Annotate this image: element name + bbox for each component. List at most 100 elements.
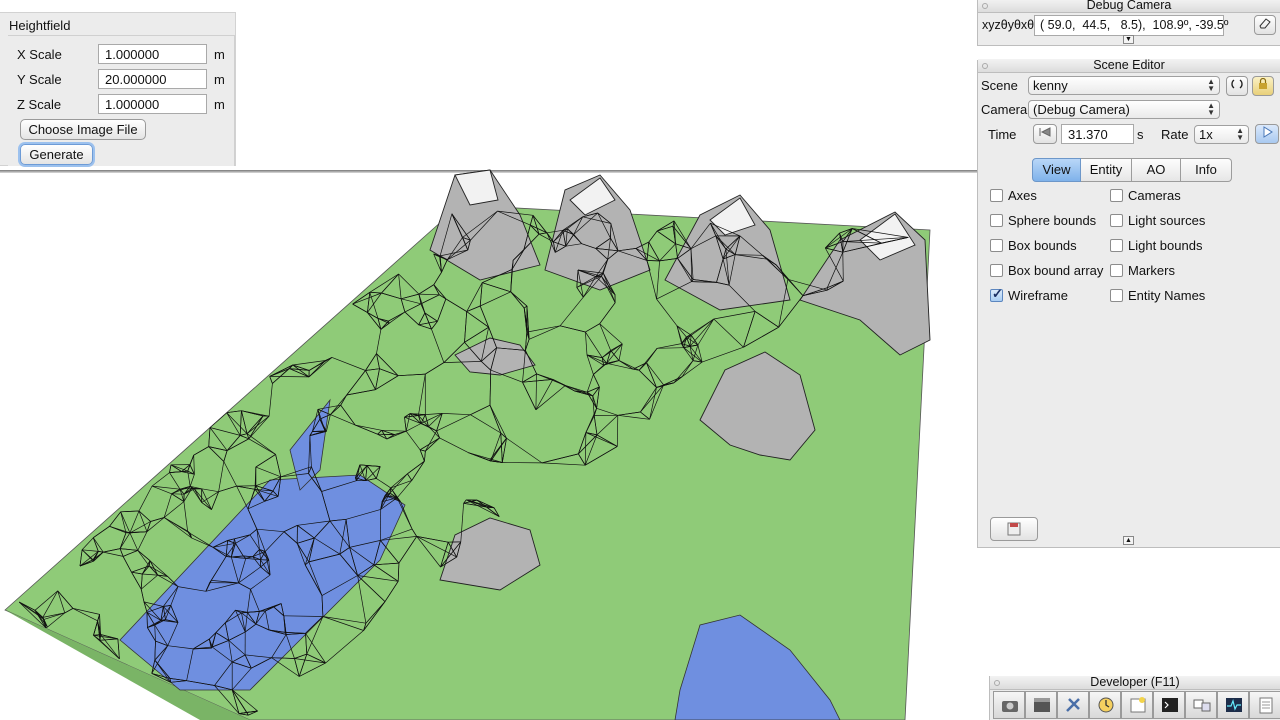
document-icon xyxy=(1259,697,1273,714)
new-window-icon xyxy=(1130,697,1146,713)
checkbox[interactable] xyxy=(990,189,1003,202)
stepper-arrows-icon: ▲ ▼ xyxy=(1236,126,1244,142)
terminal-icon xyxy=(1162,698,1178,712)
save-scene-button[interactable] xyxy=(990,517,1038,541)
wireframe-edge xyxy=(269,376,310,378)
stepper-arrows-icon: ▲ ▼ xyxy=(1207,77,1215,93)
rewind-button[interactable] xyxy=(1033,124,1057,144)
developer-title: Developer (F11) xyxy=(990,676,1280,690)
play-icon xyxy=(1263,126,1273,138)
checkbox-checked[interactable]: ✓ xyxy=(990,286,1003,302)
entity-names-label: Entity Names xyxy=(1128,288,1206,303)
x-scale-label: X Scale xyxy=(17,47,62,62)
panel-close-icon[interactable] xyxy=(982,3,988,9)
debug-camera-panel: Debug Camera xyzθyθxθz ( 59.0, 44.5, 8.5… xyxy=(977,0,1280,46)
z-scale-unit: m xyxy=(214,97,225,112)
panel-close-icon[interactable] xyxy=(994,680,1000,686)
windows-tool-button[interactable] xyxy=(1185,691,1217,719)
clapperboard-icon xyxy=(1034,698,1050,712)
terminal-tool-button[interactable] xyxy=(1153,691,1185,719)
checkbox[interactable] xyxy=(1110,189,1123,202)
debug-camera-title: Debug Camera xyxy=(978,0,1280,13)
lock-button[interactable] xyxy=(1252,76,1274,96)
clapperboard-tool-button[interactable] xyxy=(1025,691,1057,719)
stepper-arrows-icon: ▲ ▼ xyxy=(1207,101,1215,117)
camera-value: (Debug Camera) xyxy=(1033,102,1130,117)
panel-close-icon[interactable] xyxy=(982,63,988,69)
camera-select[interactable]: (Debug Camera) ▲ ▼ xyxy=(1028,100,1220,119)
sphere-bounds-label: Sphere bounds xyxy=(1008,213,1097,228)
activity-monitor-tool-button[interactable] xyxy=(1217,691,1249,719)
camera-label: Camera xyxy=(981,102,1028,117)
generate-button[interactable]: Generate xyxy=(20,144,93,165)
y-scale-unit: m xyxy=(214,72,225,87)
time-label: Time xyxy=(988,127,1017,142)
z-scale-field[interactable]: 1.000000 xyxy=(98,94,207,114)
heightfield-panel: Heightfield X Scale 1.000000 m Y Scale 2… xyxy=(0,12,236,166)
scene-value: kenny xyxy=(1033,78,1068,93)
lock-icon xyxy=(1259,77,1267,89)
y-scale-field[interactable]: 20.000000 xyxy=(98,69,207,89)
wireframe-edge xyxy=(842,252,844,282)
tools-tool-button[interactable] xyxy=(1057,691,1089,719)
rewind-icon xyxy=(1039,127,1051,137)
save-icon xyxy=(1007,522,1021,536)
y-scale-row: Y Scale 20.000000 m xyxy=(17,69,227,89)
clock-tool-button[interactable] xyxy=(1089,691,1121,719)
wireframe-label: Wireframe xyxy=(1008,288,1068,303)
rate-select[interactable]: 1x ▲ ▼ xyxy=(1194,125,1249,144)
markers-label: Markers xyxy=(1128,263,1175,278)
scene-editor-panel: Scene Editor Scene kenny ▲ ▼ Camera (Debu… xyxy=(977,59,1280,548)
copy-coords-button[interactable] xyxy=(1254,15,1276,35)
tab-info[interactable]: Info xyxy=(1181,158,1232,182)
xyz-label: xyzθyθxθz xyxy=(982,18,1041,32)
windows-icon xyxy=(1193,699,1211,712)
scene-label: Scene xyxy=(981,78,1018,93)
tools-icon xyxy=(1066,698,1080,712)
camera-tool-button[interactable] xyxy=(993,691,1025,719)
camera-icon xyxy=(1002,701,1018,712)
camera-coords-field[interactable]: ( 59.0, 44.5, 8.5), 108.9º, -39.5º xyxy=(1034,15,1228,36)
checkbox[interactable] xyxy=(1110,264,1123,277)
play-button[interactable] xyxy=(1255,124,1279,144)
z-scale-row: Z Scale 1.000000 m xyxy=(17,94,227,114)
tab-entity[interactable]: Entity xyxy=(1081,158,1132,182)
checkbox[interactable] xyxy=(1110,214,1123,227)
time-unit: s xyxy=(1137,127,1144,142)
reload-icon xyxy=(1231,79,1243,89)
x-scale-row: X Scale 1.000000 m xyxy=(17,44,227,64)
collapse-arrow-icon[interactable]: ▼ xyxy=(1123,35,1134,44)
clock-icon xyxy=(1098,697,1114,713)
z-scale-label: Z Scale xyxy=(17,97,62,112)
box-bounds-label: Box bounds xyxy=(1008,238,1077,253)
tab-ao[interactable]: AO xyxy=(1132,158,1181,182)
x-scale-field[interactable]: 1.000000 xyxy=(98,44,207,64)
rate-label: Rate xyxy=(1161,127,1189,142)
new-window-tool-button[interactable] xyxy=(1121,691,1153,719)
scene-select[interactable]: kenny ▲ ▼ xyxy=(1028,76,1220,95)
checkbox[interactable] xyxy=(990,214,1003,227)
y-scale-label: Y Scale xyxy=(17,72,62,87)
checkbox[interactable] xyxy=(990,264,1003,277)
activity-monitor-icon xyxy=(1226,698,1242,712)
time-field[interactable]: 31.370 xyxy=(1061,124,1134,144)
rate-value: 1x xyxy=(1199,127,1213,142)
x-scale-unit: m xyxy=(214,47,225,62)
choose-image-file-button[interactable]: Choose Image File xyxy=(20,119,146,140)
document-tool-button[interactable] xyxy=(1249,691,1280,719)
axes-label: Axes xyxy=(1008,188,1037,203)
eraser-icon xyxy=(1259,18,1271,29)
expand-arrow-icon[interactable]: ▲ xyxy=(1123,536,1134,545)
wireframe-edge xyxy=(616,415,619,447)
reload-scene-button[interactable] xyxy=(1226,76,1248,96)
tab-view[interactable]: View xyxy=(1032,158,1081,182)
scene-editor-title: Scene Editor xyxy=(978,59,1280,73)
checkbox[interactable] xyxy=(990,239,1003,252)
checkbox[interactable] xyxy=(1110,289,1123,302)
heightfield-title: Heightfield xyxy=(9,18,71,33)
checkbox[interactable] xyxy=(1110,239,1123,252)
cameras-label: Cameras xyxy=(1128,188,1181,203)
box-bound-array-label: Box bound array xyxy=(1008,263,1104,278)
developer-tools xyxy=(993,691,1280,719)
light-bounds-label: Light bounds xyxy=(1128,238,1203,253)
